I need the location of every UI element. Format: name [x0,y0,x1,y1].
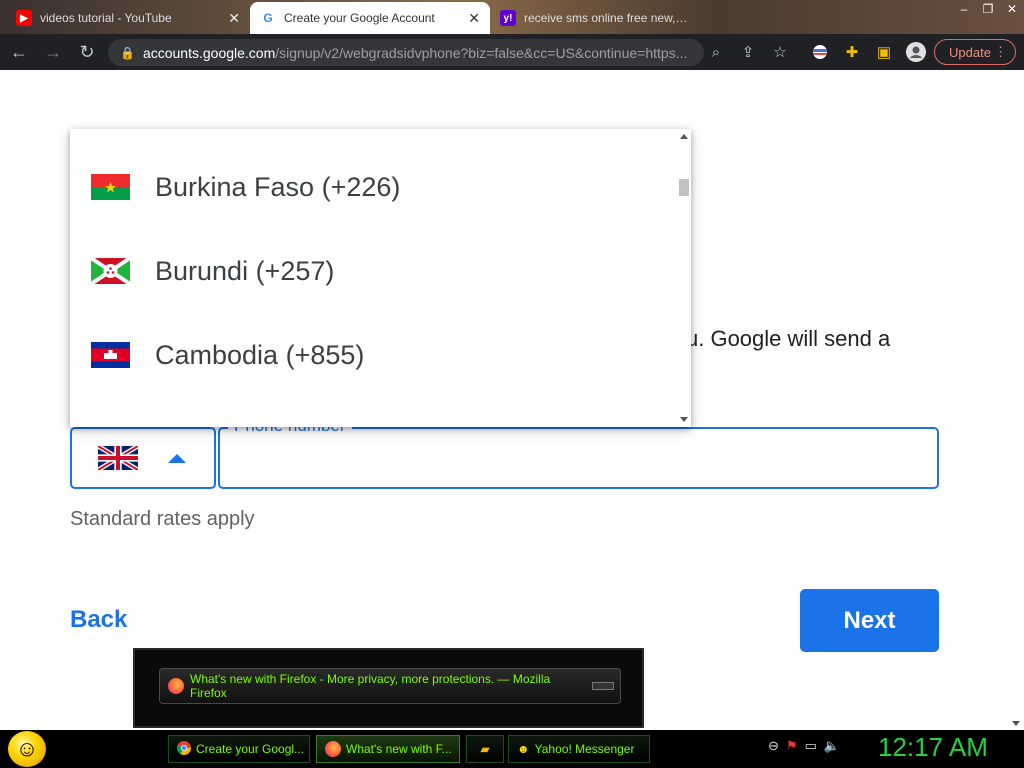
scroll-down-icon[interactable] [1012,721,1020,726]
country-code-select[interactable] [70,427,216,489]
scroll-thumb[interactable] [679,179,689,196]
google-icon: G [260,10,276,26]
yahoo-icon: y! [500,10,516,26]
signup-page: u. Google will send a Phone number Stand… [0,70,1024,730]
tab-title: receive sms online free new, num [524,11,690,25]
lock-icon[interactable]: 🔒 [120,46,135,60]
country-option-label: Burundi (+257) [155,255,335,286]
chrome-icon [177,740,191,758]
share-icon[interactable]: ⇪ [732,34,764,70]
url-host: accounts.google.com [142,44,276,61]
url-path: /signup/v2/webgradsidvphone?biz=false&cc… [275,44,688,61]
burkina-faso-flag [91,174,130,200]
extensions-puzzle-icon[interactable]: ✚ [836,34,868,70]
yahoo-messenger-icon: ☻ [517,742,530,756]
taskbar-item-folder[interactable]: ▰ [466,735,504,763]
back-button[interactable]: Back [70,606,127,634]
country-option-burkina-faso[interactable]: Burkina Faso (+226) [70,145,678,229]
firefox-icon [168,678,184,694]
address-bar[interactable]: 🔒 accounts.google.com /signup/v2/webgrad… [108,39,704,66]
more-menu-icon[interactable]: ⋮ [994,44,1007,60]
youtube-icon: ▶ [16,10,32,26]
country-option-label: Cambodia (+855) [155,339,365,370]
tab-youtube[interactable]: ▶ videos tutorial - YouTube ✕ [6,2,250,34]
bookmark-star-icon[interactable]: ☆ [764,34,796,70]
close-window-icon[interactable]: ✕ [1000,0,1024,18]
system-tray: ⊖ ⚑ ▭ 🔈 [768,738,840,754]
taskbar-item-chrome[interactable]: Create your Googl... [168,735,310,763]
firefox-notification[interactable]: What's new with Firefox - More privacy, … [133,648,644,728]
update-label: Update [949,44,991,60]
taskbar-item-label: What's new with F... [346,742,452,756]
burundi-flag [91,258,130,284]
dropdown-scrollbar[interactable] [677,129,691,427]
scroll-down-icon[interactable] [680,417,688,422]
update-button[interactable]: Update ⋮ [934,39,1016,65]
country-option-burundi[interactable]: Burundi (+257) [70,229,678,313]
page-scrollbar[interactable] [1008,70,1024,730]
firefox-icon [325,741,341,757]
action-center-flag-icon[interactable]: ⚑ [786,738,798,754]
country-option-cambodia[interactable]: Cambodia (+855) [70,313,678,397]
minus-icon[interactable]: ⊖ [768,738,779,754]
scroll-up-icon[interactable] [680,134,688,139]
notification-bar[interactable]: What's new with Firefox - More privacy, … [159,668,621,704]
country-dropdown[interactable]: Burkina Faso (+226) Burundi (+257) Cambo… [70,129,691,427]
notification-close-icon[interactable] [592,682,614,690]
close-icon[interactable]: ✕ [228,10,240,27]
tab-strip: ▶ videos tutorial - YouTube ✕ G Create y… [0,0,1024,34]
taskbar-item-firefox[interactable]: What's new with F... [316,735,460,763]
close-icon[interactable]: ✕ [468,10,480,27]
zoom-icon[interactable]: ⌕ [700,34,732,70]
reload-icon[interactable]: ↻ [72,37,102,67]
profile-avatar-icon[interactable] [900,34,932,70]
tab-title: Create your Google Account [284,11,435,25]
taskbar-item-label: Yahoo! Messenger [534,742,635,756]
start-smiley-icon[interactable]: ☺ [8,731,46,767]
tab-title: videos tutorial - YouTube [40,11,172,25]
explanation-text: u. Google will send a [686,326,891,351]
back-arrow-icon[interactable]: ← [4,37,34,67]
forward-arrow-icon[interactable]: → [38,37,68,67]
browser-toolbar: ← → ↻ 🔒 accounts.google.com /signup/v2/w… [0,34,1024,70]
notification-text: What's new with Firefox - More privacy, … [190,672,551,700]
clock[interactable]: 12:17 AM [878,732,988,763]
tab-yahoo[interactable]: y! receive sms online free new, num [490,2,700,34]
maximize-icon[interactable]: ❐ [976,0,1000,18]
uk-flag [98,446,138,470]
taskbar: ☺ Create your Googl... What's new with F… [0,730,1024,768]
folder-icon: ▰ [480,742,490,756]
chevron-up-icon [168,453,186,463]
taskbar-item-label: Create your Googl... [196,742,305,756]
cambodia-flag [91,342,130,368]
minimize-icon[interactable]: – [952,0,976,18]
next-button[interactable]: Next [800,589,939,652]
rates-note: Standard rates apply [70,508,255,530]
extension-flag-icon[interactable] [804,34,836,70]
country-option-label: Burkina Faso (+226) [155,171,401,202]
window-controls: – ❐ ✕ [952,0,1024,18]
volume-icon[interactable]: 🔈 [824,738,840,754]
network-icon[interactable]: ▭ [805,738,817,754]
tab-google-account[interactable]: G Create your Google Account ✕ [250,2,490,34]
taskbar-item-yahoo-messenger[interactable]: ☻ Yahoo! Messenger [508,735,650,763]
side-panel-icon[interactable]: ▣ [868,34,900,70]
phone-number-field[interactable]: Phone number [218,416,939,489]
